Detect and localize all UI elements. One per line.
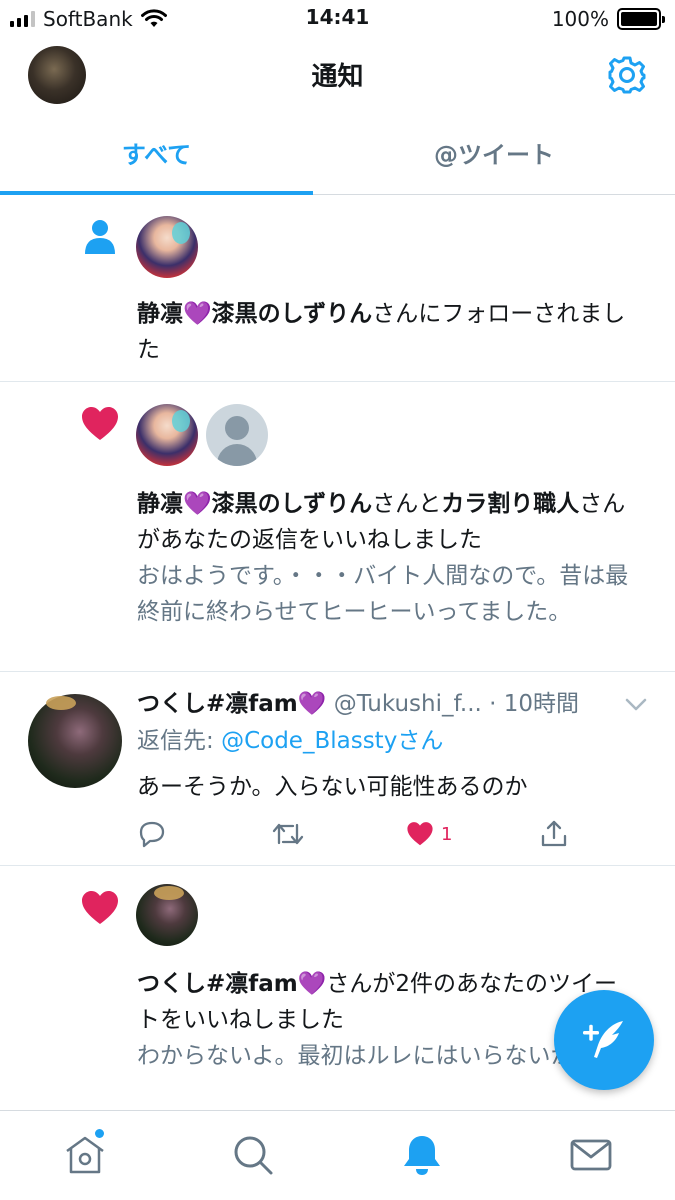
notification-text: 静凛💜漆黒のしずりんさんとカラ割り職人さんがあなたの返信をいいねしました おはよ… bbox=[137, 486, 637, 630]
avatar[interactable] bbox=[136, 216, 198, 278]
status-right: 100% bbox=[551, 6, 665, 32]
avatar-group bbox=[136, 884, 198, 946]
tweet-header: つくし#凛fam💜 @Tukushi_f... · 10時間 bbox=[137, 687, 657, 721]
notification-tweet[interactable]: つくし#凛fam💜 @Tukushi_f... · 10時間 返信先: @Cod… bbox=[0, 672, 675, 866]
battery-icon bbox=[617, 8, 665, 30]
like-count: 1 bbox=[441, 823, 453, 845]
status-bar: SoftBank 14:41 100% bbox=[0, 0, 675, 38]
notification-like[interactable]: 静凛💜漆黒のしずりんさんとカラ割り職人さんがあなたの返信をいいねしました おはよ… bbox=[0, 382, 675, 672]
user-name[interactable]: つくし#凛fam💜 bbox=[137, 971, 326, 997]
tweet-actions: 1 bbox=[137, 816, 577, 852]
tab-mentions[interactable]: @ツイート bbox=[313, 118, 675, 194]
heart-icon bbox=[82, 407, 118, 440]
reply-icon bbox=[139, 821, 165, 848]
tweet-body: あーそうか。入らない可能性あるのか bbox=[137, 774, 528, 800]
battery-label: 100% bbox=[551, 7, 609, 31]
avatar[interactable] bbox=[136, 404, 198, 466]
compose-button[interactable] bbox=[554, 990, 654, 1090]
notification-text: 静凛💜漆黒のしずりんさんにフォローされました bbox=[137, 296, 637, 368]
reply-to: 返信先: @Code_Blasstyさん bbox=[137, 724, 443, 758]
home-unread-dot bbox=[95, 1129, 104, 1138]
gear-icon[interactable] bbox=[607, 55, 647, 95]
header: 通知 bbox=[0, 38, 675, 118]
app-root: SoftBank 14:41 100% 通知 すべて @ツイート 静凛💜漆黒のし… bbox=[0, 0, 675, 1200]
share-button[interactable] bbox=[539, 816, 569, 852]
compose-icon bbox=[583, 1021, 623, 1058]
notification-follow[interactable]: 静凛💜漆黒のしずりんさんにフォローされました bbox=[0, 196, 675, 382]
tab-all[interactable]: すべて bbox=[0, 118, 313, 194]
avatar-group bbox=[136, 404, 268, 466]
user-name[interactable]: カラ割り職人 bbox=[441, 491, 579, 517]
tweet-excerpt: おはようです。・・・バイト人間なので。昔は最終前に終わらせてヒーヒーいってました… bbox=[137, 563, 629, 625]
avatar[interactable] bbox=[136, 884, 198, 946]
avatar[interactable] bbox=[28, 694, 122, 788]
person-icon bbox=[85, 220, 115, 254]
retweet-icon bbox=[272, 823, 304, 845]
avatar-group bbox=[136, 216, 198, 278]
retweet-button[interactable] bbox=[271, 816, 305, 852]
tab-bar: すべて @ツイート bbox=[0, 118, 675, 195]
user-name[interactable]: つくし#凛fam💜 bbox=[137, 691, 326, 717]
user-name[interactable]: 静凛💜漆黒のしずりん bbox=[137, 301, 372, 327]
reply-suffix: さん bbox=[397, 728, 444, 754]
user-handle: @Tukushi_f... bbox=[333, 691, 482, 717]
conjunction-text: さんと bbox=[372, 491, 442, 517]
reply-label: 返信先: bbox=[137, 728, 222, 754]
mail-icon[interactable] bbox=[569, 1133, 613, 1177]
notification-feed: 静凛💜漆黒のしずりんさんにフォローされました 静凛💜漆黒のしずりんさんとカラ割り… bbox=[0, 196, 675, 1111]
reply-user-link[interactable]: @Code_Blassty bbox=[221, 728, 397, 754]
reply-button[interactable] bbox=[137, 816, 167, 852]
like-button[interactable]: 1 bbox=[405, 816, 452, 852]
default-avatar[interactable] bbox=[206, 404, 268, 466]
active-tab-indicator bbox=[0, 191, 313, 195]
heart-icon bbox=[82, 891, 118, 924]
share-icon bbox=[541, 820, 567, 847]
tweet-time: · 10時間 bbox=[489, 691, 580, 717]
page-title: 通知 bbox=[311, 62, 364, 92]
home-icon[interactable] bbox=[63, 1133, 107, 1177]
bottom-nav bbox=[0, 1110, 675, 1200]
heart-icon bbox=[407, 822, 433, 846]
search-icon[interactable] bbox=[231, 1133, 275, 1177]
chevron-down-icon[interactable] bbox=[625, 698, 647, 712]
bell-icon[interactable] bbox=[400, 1133, 444, 1177]
user-name[interactable]: 静凛💜漆黒のしずりん bbox=[137, 491, 372, 517]
